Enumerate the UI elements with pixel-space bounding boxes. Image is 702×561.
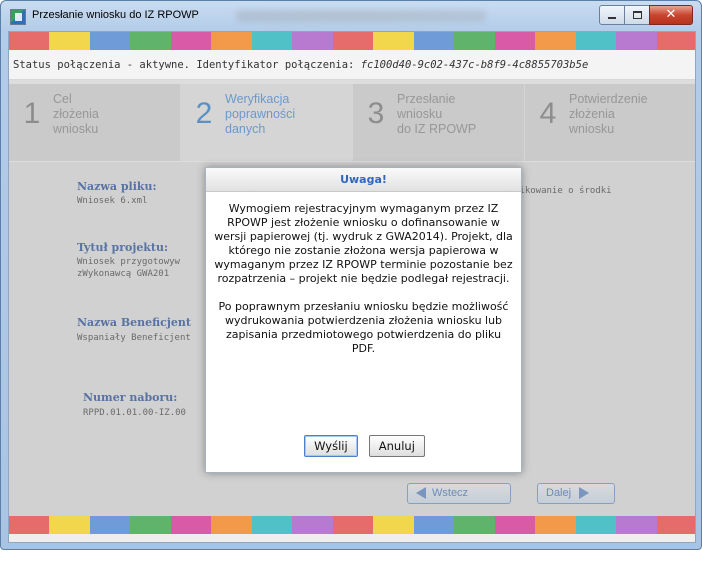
stripe-segment — [9, 516, 50, 534]
stripe-segment — [49, 516, 90, 534]
stripe-segment — [49, 32, 90, 50]
app-icon — [10, 9, 26, 25]
connection-status: Status połączenia - aktywne. Identyfikat… — [9, 50, 695, 80]
stripe-segment — [494, 516, 536, 534]
color-stripe-bottom — [9, 516, 695, 534]
blurred-title-region — [236, 10, 486, 22]
stripe-segment — [616, 32, 657, 50]
stripe-segment — [9, 32, 50, 50]
window-title: Przesłanie wniosku do IZ RPOWP — [32, 9, 199, 21]
footer-area — [9, 534, 695, 542]
stripe-segment — [413, 32, 455, 50]
status-text: Status połączenia - aktywne. Identyfikat… — [13, 59, 361, 71]
dialog-actions: Wyślij Anuluj — [206, 435, 523, 457]
maximize-icon — [632, 11, 642, 19]
minimize-icon — [608, 17, 616, 19]
connection-id: fc100d40-9c02-437c-b8f9-4c8855703b5e — [360, 59, 589, 71]
stripe-segment — [454, 516, 495, 534]
stripe-segment — [251, 516, 293, 534]
stripe-segment — [616, 516, 657, 534]
stripe-segment — [494, 32, 536, 50]
warning-dialog: Uwaga! Wymogiem rejestracyjnym wymaganym… — [205, 167, 522, 473]
stripe-segment — [656, 516, 695, 534]
stripe-segment — [575, 516, 617, 534]
stripe-segment — [170, 32, 212, 50]
stripe-segment — [656, 32, 695, 50]
stripe-segment — [413, 516, 455, 534]
dialog-body: Wymogiem rejestracyjnym wymaganym przez … — [206, 192, 521, 356]
maximize-button[interactable] — [624, 5, 650, 25]
stripe-segment — [211, 32, 252, 50]
stripe-segment — [373, 32, 414, 50]
cancel-button[interactable]: Anuluj — [368, 435, 425, 457]
dialog-paragraph-2: Po poprawnym przesłaniu wniosku będzie m… — [218, 300, 509, 355]
stripe-segment — [130, 32, 171, 50]
stripe-segment — [575, 32, 617, 50]
client-area: Status połączenia - aktywne. Identyfikat… — [8, 31, 696, 543]
stripe-segment — [332, 516, 374, 534]
stripe-segment — [170, 516, 212, 534]
stripe-segment — [292, 32, 333, 50]
stripe-segment — [89, 516, 131, 534]
stripe-segment — [211, 516, 252, 534]
stripe-segment — [332, 32, 374, 50]
stripe-segment — [454, 32, 495, 50]
stripe-segment — [130, 516, 171, 534]
stripe-segment — [251, 32, 293, 50]
stripe-segment — [292, 516, 333, 534]
stripe-segment — [89, 32, 131, 50]
stripe-segment — [535, 516, 576, 534]
application-window: Przesłanie wniosku do IZ RPOWP ✕ Status … — [0, 0, 702, 550]
close-button[interactable]: ✕ — [649, 5, 693, 25]
dialog-title: Uwaga! — [206, 168, 521, 192]
stripe-segment — [535, 32, 576, 50]
send-button[interactable]: Wyślij — [304, 435, 358, 457]
minimize-button[interactable] — [599, 5, 625, 25]
title-bar[interactable]: Przesłanie wniosku do IZ RPOWP ✕ — [1, 1, 701, 31]
color-stripe-top — [9, 32, 695, 50]
stripe-segment — [373, 516, 414, 534]
close-icon: ✕ — [665, 7, 677, 22]
dialog-paragraph-1: Wymogiem rejestracyjnym wymaganym przez … — [214, 202, 513, 285]
